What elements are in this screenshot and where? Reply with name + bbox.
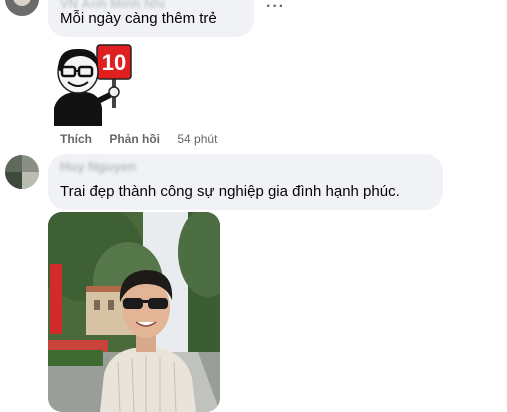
like-button[interactable]: Thích [60, 132, 92, 146]
comment-bubble: VN Anh Minh Nhi Mỗi ngày càng thêm trẻ [48, 0, 254, 37]
comment-photo[interactable] [48, 212, 220, 412]
commenter-avatar[interactable] [5, 0, 39, 16]
comment-bubble: Huy Nguyen Trai đẹp thành công sự nghiệp… [48, 154, 443, 210]
comment-text: Mỗi ngày càng thêm trẻ [60, 10, 217, 27]
sticker-score-text: 10 [102, 50, 126, 75]
comment-text: Trai đẹp thành công sự nghiệp gia đình h… [60, 183, 400, 200]
comment-author-name[interactable]: Huy Nguyen [60, 159, 136, 174]
cartoon-sticker: 10 [54, 44, 132, 126]
comment-actions: Thích Phản hồi 54 phút [60, 132, 231, 146]
commenter-avatar[interactable] [5, 155, 39, 189]
more-options-icon[interactable]: ··· [266, 0, 285, 16]
reply-button[interactable]: Phản hồi [109, 132, 160, 146]
comment-timestamp[interactable]: 54 phút [177, 132, 217, 146]
